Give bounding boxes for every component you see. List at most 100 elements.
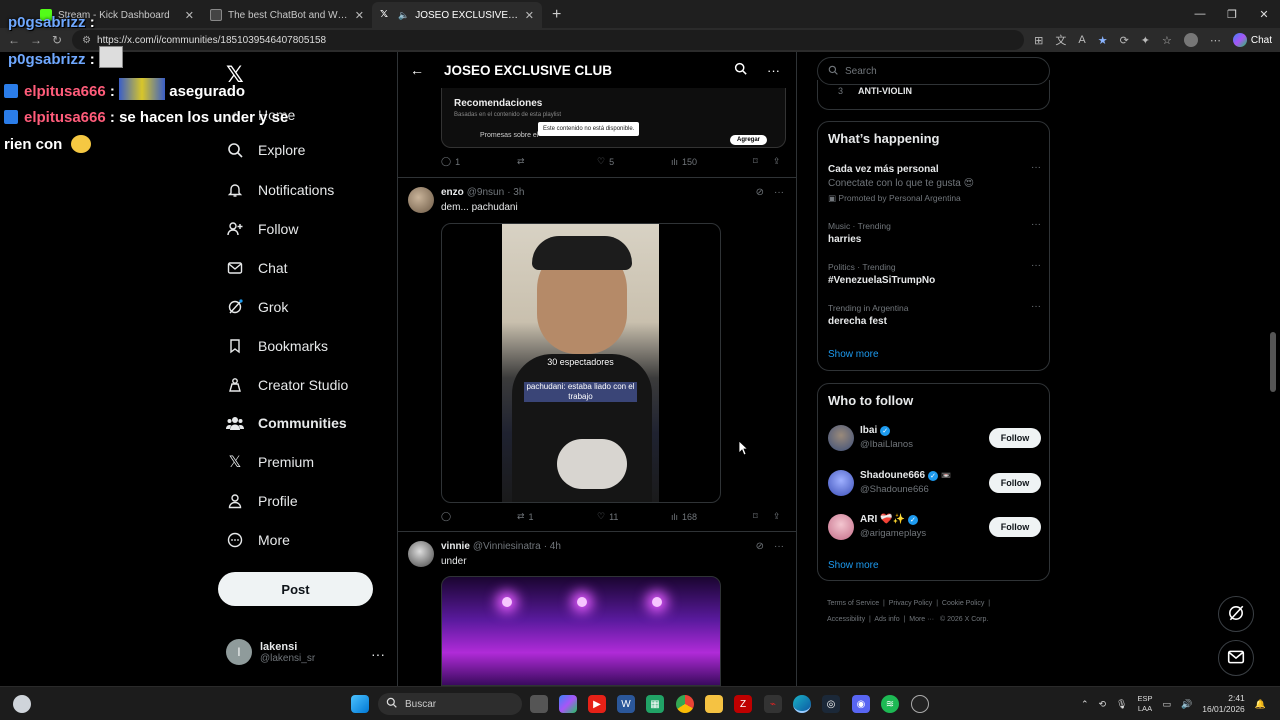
repost-button[interactable]: ⇄ xyxy=(517,156,597,167)
search-icon[interactable] xyxy=(734,62,747,78)
profile-icon[interactable] xyxy=(1183,33,1198,47)
trend-item[interactable]: Music · Trending harries ··· xyxy=(828,219,1041,245)
nav-premium[interactable]: 𝕏 Premium xyxy=(226,451,314,473)
post-image[interactable] xyxy=(441,576,721,686)
follow-suggestion[interactable]: Shadoune666 ✓ 📼 @Shadoune666 Follow xyxy=(828,470,1041,500)
avatar[interactable] xyxy=(828,514,854,540)
share-button[interactable]: ⇪ xyxy=(773,156,781,167)
share-button[interactable]: ⇪ xyxy=(773,511,781,522)
account-more-icon[interactable]: ··· xyxy=(371,646,385,662)
notification-bell-icon[interactable]: 🔔 xyxy=(1255,699,1266,710)
avatar[interactable] xyxy=(408,187,434,213)
clock[interactable]: 2:41 16/01/2026 xyxy=(1202,693,1245,715)
tab-joseo-club[interactable]: 𝕏 🔈 JOSEO EXCLUSIVE CLUB Comm ✕ xyxy=(372,2,542,28)
follow-button[interactable]: Follow xyxy=(989,428,1041,448)
obs-icon[interactable] xyxy=(911,695,929,713)
views-button[interactable]: ılı 150 xyxy=(671,157,753,167)
like-button[interactable]: ♡ 5 xyxy=(597,156,671,167)
copilot-app-icon[interactable] xyxy=(559,695,577,713)
restore-icon[interactable]: ❐ xyxy=(1216,0,1248,28)
edge-icon[interactable] xyxy=(793,695,811,713)
search-input[interactable]: Search xyxy=(817,57,1050,85)
close-icon[interactable]: ✕ xyxy=(185,9,194,22)
more-dots-icon[interactable]: ··· xyxy=(1031,301,1041,312)
reply-button[interactable]: ◯ xyxy=(441,511,517,522)
show-more-link[interactable]: Show more xyxy=(828,560,879,571)
more-dots-icon[interactable]: ··· xyxy=(1031,219,1041,230)
trend-item[interactable]: Politics · Trending #VenezuelaSiTrumpNo … xyxy=(828,260,1041,286)
scrollbar[interactable] xyxy=(1270,58,1276,392)
taskbar-search[interactable]: Buscar xyxy=(378,693,522,715)
avatar[interactable] xyxy=(408,541,434,567)
youtube-icon[interactable]: ▶ xyxy=(588,695,606,713)
add-button[interactable]: Agregar xyxy=(729,135,767,145)
forward-icon[interactable]: → xyxy=(30,33,42,47)
follow-suggestion[interactable]: Ibai ✓ @IbaiLlanos Follow xyxy=(828,425,1041,455)
post-video[interactable]: 30 espectadores pachudani: estaba liado … xyxy=(441,223,721,503)
new-tab-button[interactable]: + xyxy=(542,6,571,28)
nav-bookmarks[interactable]: Bookmarks xyxy=(226,335,328,357)
app-icon[interactable]: ⌁ xyxy=(764,695,782,713)
url-field[interactable]: ⚙ https://x.com/i/communities/1851039546… xyxy=(72,30,1025,50)
close-icon[interactable]: ✕ xyxy=(355,9,364,22)
volume-icon[interactable]: 🔊 xyxy=(1181,699,1192,710)
show-more-link[interactable]: Show more xyxy=(828,349,879,360)
read-aloud-icon[interactable]: A xyxy=(1078,34,1085,46)
messages-fab-button[interactable] xyxy=(1218,640,1254,676)
start-button-icon[interactable] xyxy=(351,695,369,713)
spreadsheet-icon[interactable]: ▦ xyxy=(646,695,664,713)
task-view-icon[interactable] xyxy=(530,695,548,713)
copilot-chat-button[interactable]: Chat xyxy=(1232,33,1272,47)
more-dots-icon[interactable]: ··· xyxy=(1031,162,1041,173)
tab-chatbot[interactable]: The best ChatBot and Widgets for ✕ xyxy=(202,2,372,28)
close-window-icon[interactable]: ✕ xyxy=(1248,0,1280,28)
extension-icon[interactable]: ⟳ xyxy=(1120,34,1129,47)
trend-item[interactable]: Trending in Argentina derecha fest ··· xyxy=(828,301,1041,327)
collections-icon[interactable]: ☆ xyxy=(1162,34,1172,47)
author-handle[interactable]: @9nsun xyxy=(467,187,504,198)
follow-button[interactable]: Follow xyxy=(989,517,1041,537)
minimize-icon[interactable]: — xyxy=(1184,0,1216,28)
nav-explore[interactable]: Explore xyxy=(226,139,305,161)
grok-fab-button[interactable] xyxy=(1218,596,1254,632)
more-dots-icon[interactable]: ··· xyxy=(774,187,784,198)
views-button[interactable]: ılı 168 xyxy=(671,512,753,522)
footer-link[interactable]: Cookie Policy xyxy=(942,600,984,607)
close-icon[interactable]: ✕ xyxy=(525,9,534,22)
favorite-star-icon[interactable]: ★ xyxy=(1098,34,1108,47)
nav-chat[interactable]: Chat xyxy=(226,257,288,279)
puzzle-icon[interactable]: ✦ xyxy=(1141,34,1150,47)
author-name[interactable]: vinnie xyxy=(441,541,470,552)
more-dots-icon[interactable]: ··· xyxy=(767,63,780,78)
account-switcher[interactable]: l lakensi @lakensi_sr xyxy=(226,639,315,665)
microphone-icon[interactable]: 🎙 xyxy=(1116,699,1127,710)
nav-communities[interactable]: Communities xyxy=(226,412,347,434)
reload-icon[interactable]: ↻ xyxy=(52,33,62,47)
language-indicator[interactable]: ESP LAA xyxy=(1137,694,1152,714)
network-app-icon[interactable]: ⟲ xyxy=(1099,699,1107,710)
file-explorer-icon[interactable] xyxy=(705,695,723,713)
word-icon[interactable]: W xyxy=(617,695,635,713)
nav-notifications[interactable]: Notifications xyxy=(226,179,334,201)
spotify-icon[interactable]: ≋ xyxy=(881,695,899,713)
bookmark-button[interactable]: ⌑ xyxy=(753,156,773,167)
apps-icon[interactable]: ⊞ xyxy=(1034,34,1043,47)
widgets-icon[interactable] xyxy=(13,695,31,713)
footer-link[interactable]: Privacy Policy xyxy=(889,600,933,607)
post-button[interactable]: Post xyxy=(218,572,373,606)
avatar[interactable] xyxy=(828,425,854,451)
reply-button[interactable]: ◯ 1 xyxy=(441,156,517,167)
grok-icon[interactable]: ⊘ xyxy=(756,187,764,198)
trend-item[interactable]: Cada vez más personal Conectate con lo q… xyxy=(828,162,1041,204)
translate-icon[interactable]: 文 xyxy=(1055,32,1066,48)
scrollbar-thumb[interactable] xyxy=(1270,332,1276,392)
follow-button[interactable]: Follow xyxy=(989,473,1041,493)
nav-creator-studio[interactable]: Creator Studio xyxy=(226,374,348,396)
chevron-up-icon[interactable]: ⌃ xyxy=(1081,699,1089,710)
nav-more[interactable]: More xyxy=(226,529,290,551)
menu-dots-icon[interactable]: ⋯ xyxy=(1210,34,1221,47)
wifi-icon[interactable]: ▭ xyxy=(1163,699,1172,710)
author-handle[interactable]: @Vinniesinatra xyxy=(473,541,541,552)
avatar[interactable] xyxy=(828,470,854,496)
discord-icon[interactable]: ◉ xyxy=(852,695,870,713)
